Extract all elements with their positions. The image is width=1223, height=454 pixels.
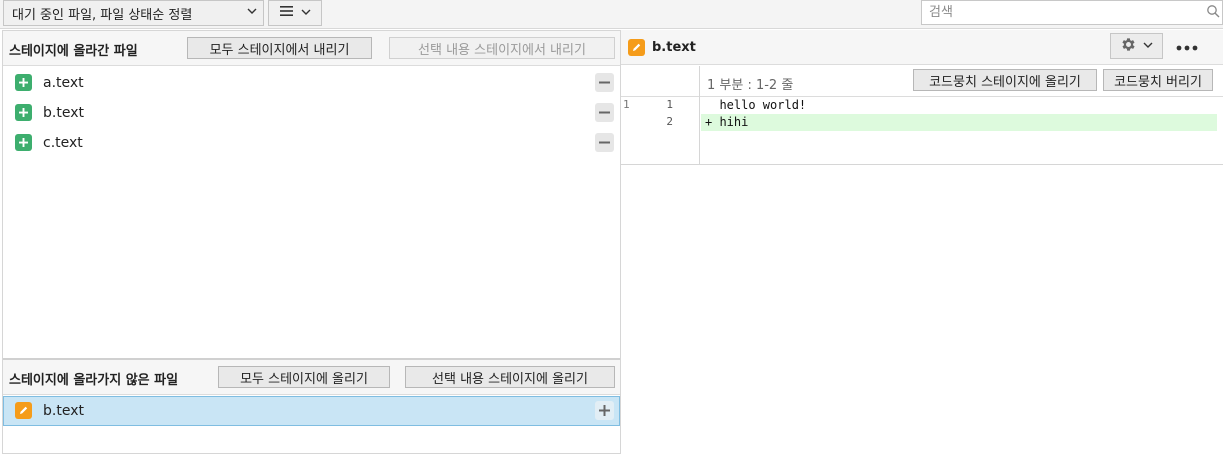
old-line-number: 1 <box>623 98 630 111</box>
chevron-down-icon <box>301 6 311 21</box>
unstage-file-button[interactable] <box>595 73 614 92</box>
diff-panel: b.text 1 부분 : 1-2 줄 코드뭉치 스테이지에 올리기 코드뭉치 … <box>621 30 1223 454</box>
sort-dropdown[interactable]: 대기 중인 파일, 파일 상태순 정렬 <box>3 0 264 26</box>
discard-hunk-button[interactable]: 코드뭉치 버리기 <box>1103 69 1213 91</box>
file-added-icon <box>15 74 32 91</box>
staged-file-row[interactable]: a.text <box>3 68 620 98</box>
file-name: a.text <box>43 75 84 91</box>
hunk-header: 1 부분 : 1-2 줄 코드뭉치 스테이지에 올리기 코드뭉치 버리기 <box>621 66 1223 97</box>
staged-files-title: 스테이지에 올라간 파일 <box>9 44 138 59</box>
top-toolbar: 대기 중인 파일, 파일 상태순 정렬 <box>0 0 1223 29</box>
file-name: c.text <box>43 135 83 151</box>
file-modified-icon <box>15 402 32 419</box>
search-box[interactable] <box>921 0 1223 25</box>
chevron-down-icon <box>247 6 257 19</box>
unstage-selected-button[interactable]: 선택 내용 스테이지에서 내리기 <box>389 37 615 59</box>
file-modified-icon <box>628 39 645 56</box>
diff-options-dropdown[interactable] <box>1110 33 1163 59</box>
file-added-icon <box>15 104 32 121</box>
view-mode-dropdown[interactable] <box>268 0 322 26</box>
stage-file-button[interactable] <box>595 401 614 420</box>
unstage-file-button[interactable] <box>595 133 614 152</box>
gear-icon <box>1120 36 1137 57</box>
unstaged-files-title: 스테이지에 올라가지 않은 파일 <box>9 373 179 388</box>
stage-selected-button[interactable]: 선택 내용 스테이지에 올리기 <box>405 366 615 388</box>
search-input[interactable] <box>922 1 1192 24</box>
staged-files-header: 스테이지에 올라간 파일 모두 스테이지에서 내리기 선택 내용 스테이지에서 … <box>3 31 620 66</box>
diff-line-text: hello world! <box>705 98 807 112</box>
unstage-all-button[interactable]: 모두 스테이지에서 내리기 <box>187 37 372 59</box>
chevron-down-icon <box>1143 39 1153 54</box>
diff-header: b.text <box>621 30 1223 65</box>
diff-line-text: + hihi <box>705 115 749 129</box>
more-horizontal-icon <box>1176 40 1198 55</box>
file-added-icon <box>15 134 32 151</box>
file-name: b.text <box>43 403 84 419</box>
staged-file-row[interactable]: b.text <box>3 98 620 128</box>
line-number-gutter-divider <box>699 66 700 165</box>
staged-file-row[interactable]: c.text <box>3 128 620 158</box>
unstaged-file-row[interactable]: b.text <box>3 396 620 426</box>
file-status-panel: 스테이지에 올라간 파일 모두 스테이지에서 내리기 선택 내용 스테이지에서 … <box>2 30 621 454</box>
new-line-number: 2 <box>666 115 673 128</box>
unstage-file-button[interactable] <box>595 103 614 122</box>
sort-dropdown-label: 대기 중인 파일, 파일 상태순 정렬 <box>12 7 193 23</box>
stage-all-button[interactable]: 모두 스테이지에 올리기 <box>218 366 390 388</box>
list-icon <box>279 5 293 21</box>
file-name: b.text <box>43 105 84 121</box>
search-icon <box>1206 4 1220 22</box>
new-line-number: 1 <box>666 98 673 111</box>
more-options-button[interactable] <box>1174 38 1200 56</box>
stage-hunk-button[interactable]: 코드뭉치 스테이지에 올리기 <box>913 69 1097 91</box>
unstaged-files-header: 스테이지에 올라가지 않은 파일 모두 스테이지에 올리기 선택 내용 스테이지… <box>3 360 620 395</box>
diff-code-area: 1 1 hello world! 2 + hihi <box>621 97 1223 165</box>
hunk-range-label: 1 부분 : 1-2 줄 <box>707 78 794 93</box>
diff-file-name: b.text <box>652 40 696 55</box>
diff-line-context[interactable]: 1 1 hello world! <box>621 97 1217 114</box>
diff-line-added[interactable]: 2 + hihi <box>621 114 1217 131</box>
